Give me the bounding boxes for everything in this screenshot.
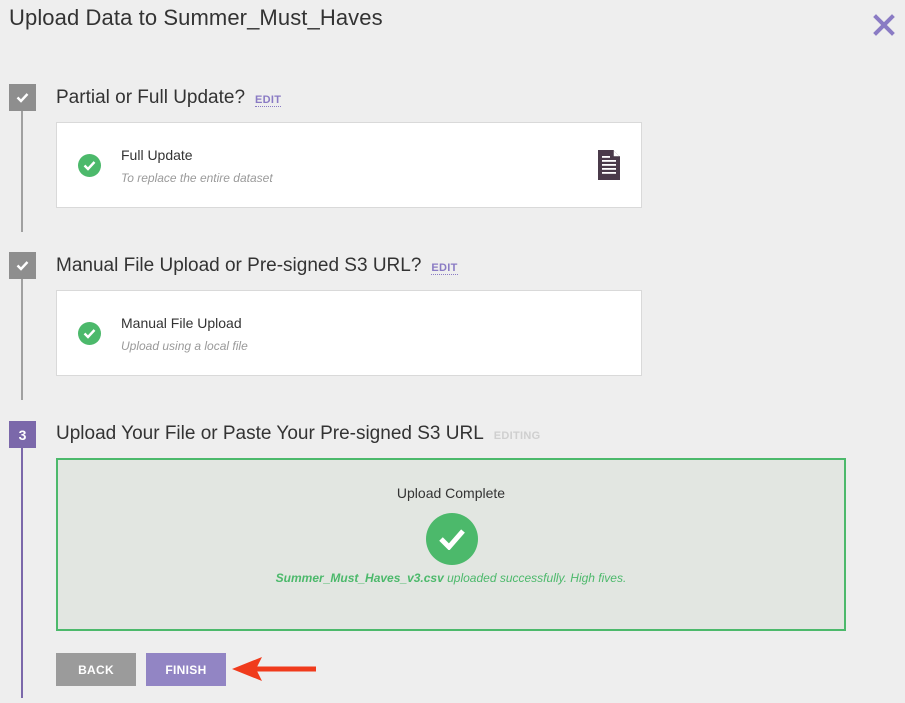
full-update-card[interactable]: Full Update To replace the entire datase… (56, 122, 642, 208)
step-2-rail (21, 279, 23, 400)
check-icon (78, 322, 101, 345)
uploaded-filename: Summer_Must_Haves_v3.csv (275, 571, 444, 585)
option-description: To replace the entire dataset (121, 171, 273, 185)
close-icon[interactable] (872, 13, 896, 37)
step-1-marker (9, 84, 36, 111)
option-description: Upload using a local file (121, 339, 248, 353)
step-3-rail (21, 448, 23, 698)
step-2-marker (9, 252, 36, 279)
step-1-rail (21, 111, 23, 232)
document-icon (598, 150, 620, 180)
manual-upload-card[interactable]: Manual File Upload Upload using a local … (56, 290, 642, 376)
step-3-heading: Upload Your File or Paste Your Pre-signe… (56, 423, 540, 445)
back-button[interactable]: BACK (56, 653, 136, 686)
step-1-heading: Partial or Full Update? EDIT (56, 87, 282, 109)
step-3-marker: 3 (9, 421, 36, 448)
upload-dropzone[interactable]: Upload Complete Summer_Must_Haves_v3.csv… (56, 458, 846, 631)
editing-tag: EDITING (493, 430, 541, 442)
step-2-title: Manual File Upload or Pre-signed S3 URL? (56, 255, 422, 276)
dialog-title: Upload Data to Summer_Must_Haves (9, 5, 383, 30)
finish-button[interactable]: FINISH (146, 653, 226, 686)
step-1-title: Partial or Full Update? (56, 87, 246, 108)
step-1-edit-link[interactable]: EDIT (255, 94, 282, 107)
step-2-edit-link[interactable]: EDIT (431, 262, 458, 275)
upload-status: Upload Complete (396, 485, 506, 501)
check-icon (78, 154, 101, 177)
check-icon (16, 261, 29, 271)
option-title: Manual File Upload (121, 315, 242, 331)
upload-message: Summer_Must_Haves_v3.csv uploaded succes… (58, 571, 844, 585)
success-check-icon (426, 513, 478, 565)
step-3-title: Upload Your File or Paste Your Pre-signe… (56, 423, 484, 444)
check-icon (16, 93, 29, 103)
upload-message-text: uploaded successfully. High fives. (443, 571, 627, 585)
option-title: Full Update (121, 147, 193, 163)
step-2-heading: Manual File Upload or Pre-signed S3 URL?… (56, 255, 458, 277)
arrow-annotation-icon (232, 657, 316, 681)
